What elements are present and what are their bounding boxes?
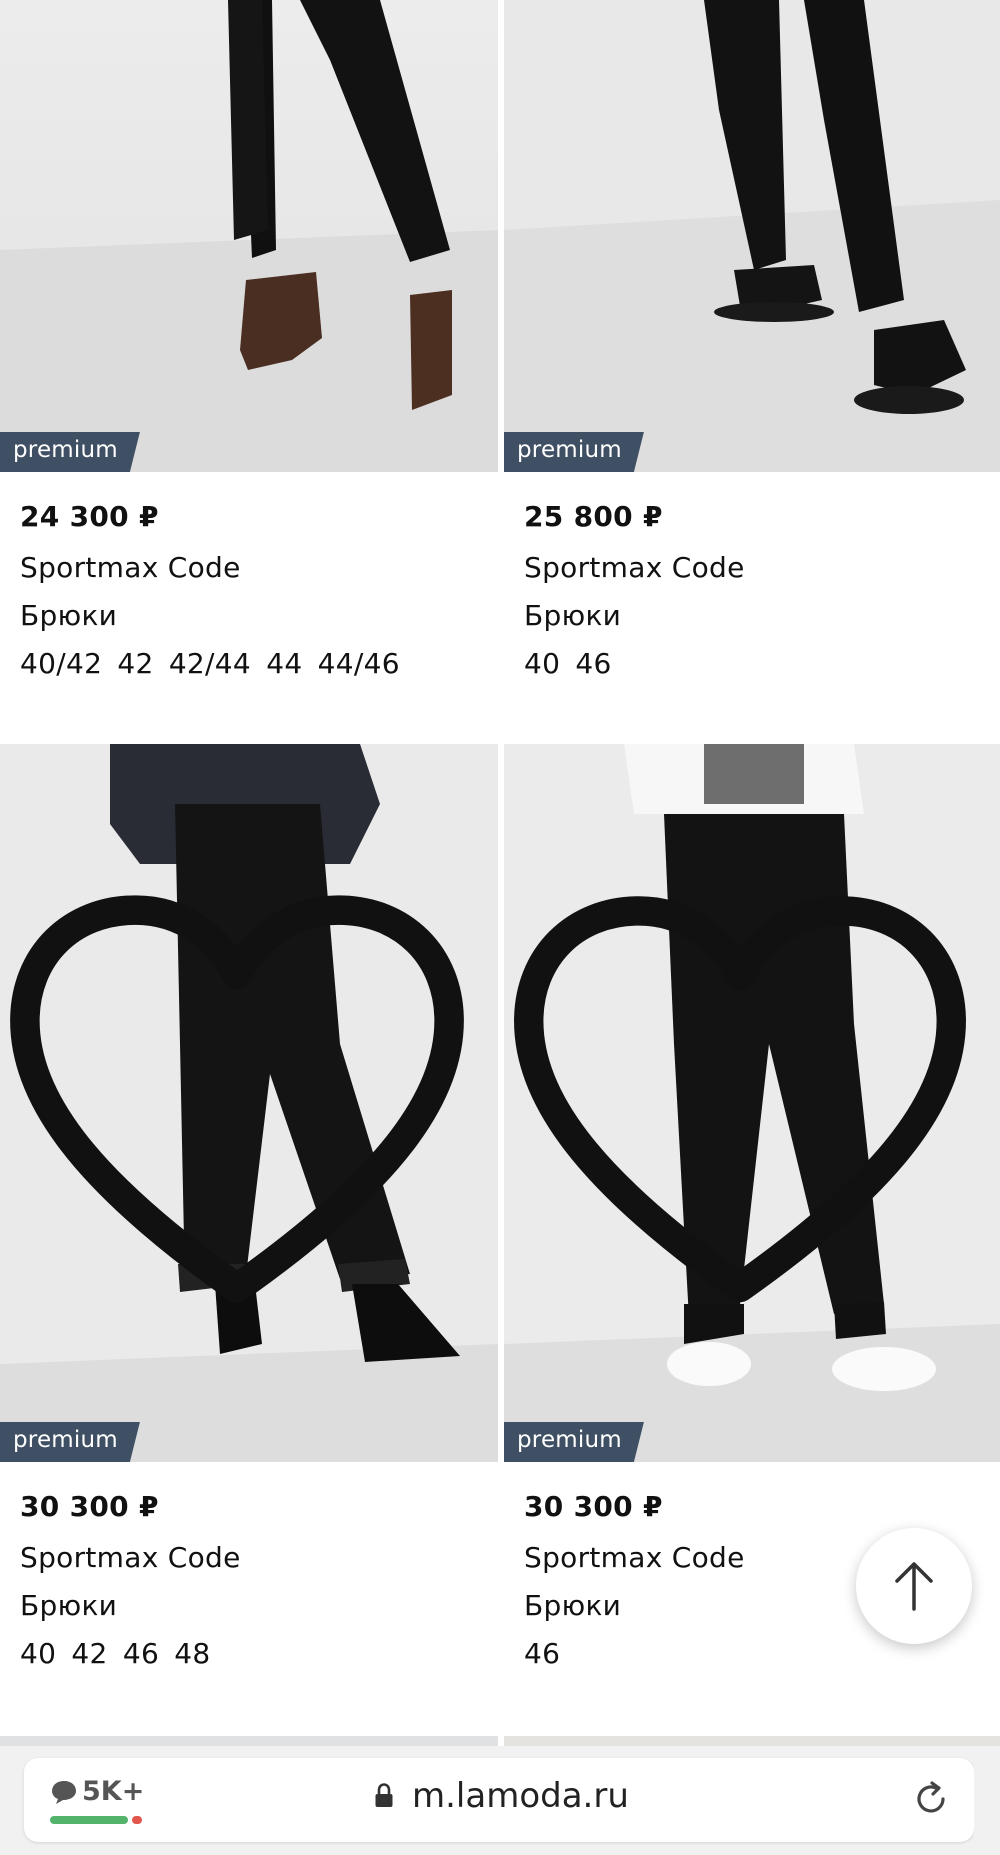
product-photo[interactable]: premium	[504, 744, 1000, 1462]
browser-bottom-bar: 5K+ m.lamoda.ru	[0, 1746, 1000, 1855]
product-brand: Sportmax Code	[20, 551, 241, 584]
product-type: Брюки	[524, 599, 622, 632]
scroll-to-top-button[interactable]	[856, 1528, 972, 1644]
product-card[interactable]: premium 30 300 ₽ Sportmax Code Брюки 40 …	[0, 744, 498, 1678]
product-price: 25 800 ₽	[524, 500, 663, 533]
next-product-image[interactable]	[0, 1736, 498, 1746]
next-product-image[interactable]	[504, 1736, 1000, 1746]
load-progress	[50, 1816, 142, 1824]
chat-bubble-icon	[52, 1780, 76, 1804]
reload-icon[interactable]	[912, 1780, 950, 1818]
product-image	[504, 0, 1000, 472]
url-display[interactable]: m.lamoda.ru	[374, 1776, 629, 1816]
product-info: 24 300 ₽ Sportmax Code Брюки 40/42 42 42…	[0, 500, 498, 688]
product-info: 30 300 ₽ Sportmax Code Брюки 40 42 46 48	[0, 1490, 498, 1678]
product-price: 30 300 ₽	[20, 1490, 159, 1523]
chat-counter[interactable]: 5K+	[50, 1776, 144, 1807]
product-photo[interactable]: premium	[504, 0, 1000, 472]
product-price: 24 300 ₽	[20, 500, 159, 533]
chat-count: 5K+	[82, 1776, 145, 1807]
product-card[interactable]: premium 24 300 ₽ Sportmax Code Брюки 40/…	[0, 0, 498, 688]
product-image	[0, 0, 498, 472]
premium-badge: premium	[0, 1422, 140, 1462]
next-row-preview	[0, 1736, 1000, 1746]
product-card[interactable]: premium 25 800 ₽ Sportmax Code Брюки 40 …	[504, 0, 1000, 688]
product-type: Брюки	[20, 1589, 118, 1622]
address-bar[interactable]: 5K+ m.lamoda.ru	[24, 1758, 974, 1842]
product-sizes: 40 46	[524, 647, 612, 680]
premium-badge: premium	[504, 1422, 644, 1462]
product-brand: Sportmax Code	[524, 551, 745, 584]
product-photo[interactable]: premium	[0, 0, 498, 472]
product-photo[interactable]: premium	[0, 744, 498, 1462]
product-info: 25 800 ₽ Sportmax Code Брюки 40 46	[504, 500, 1000, 688]
premium-badge: premium	[504, 432, 644, 472]
premium-badge: premium	[0, 432, 140, 472]
lock-icon	[375, 1783, 393, 1807]
heart-outline-icon[interactable]	[504, 754, 988, 1462]
arrow-up-icon	[895, 1562, 933, 1611]
url-text: m.lamoda.ru	[412, 1776, 629, 1816]
product-sizes: 40 42 46 48	[20, 1637, 211, 1670]
product-type: Брюки	[20, 599, 118, 632]
chevron-right-icon	[974, 1758, 1000, 1842]
product-brand: Sportmax Code	[20, 1541, 241, 1574]
product-sizes: 40/42 42 42/44 44 44/46	[20, 647, 400, 680]
heart-outline-icon[interactable]	[0, 754, 486, 1462]
